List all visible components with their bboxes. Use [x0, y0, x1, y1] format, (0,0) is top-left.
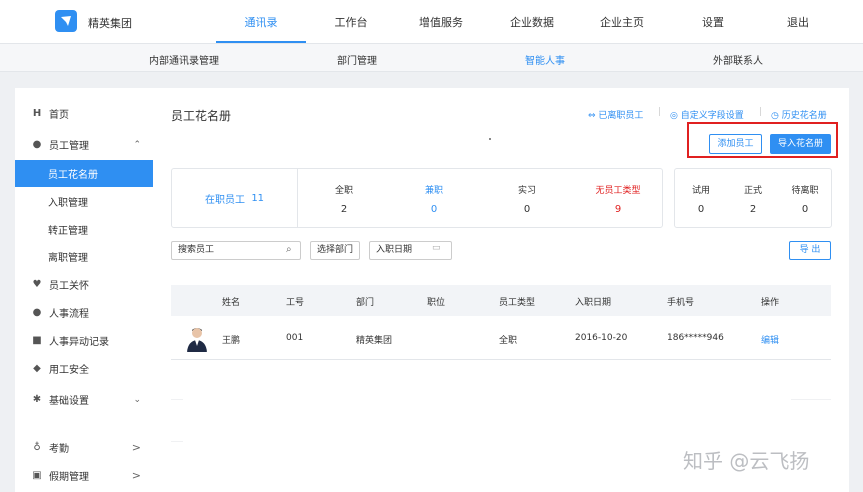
select-department-button[interactable]: 选择部门 — [310, 241, 360, 260]
brand-name: 精英集团 — [88, 17, 132, 30]
stat-full-time[interactable]: 全职 2 — [302, 169, 386, 227]
stat-intern[interactable]: 实习 0 — [485, 169, 569, 227]
cell-dept: 精英集团 — [356, 336, 393, 346]
active-nav-indicator — [216, 41, 306, 43]
sub-nav: 内部通讯录管理 部门管理 智能人事 外部联系人 — [0, 44, 863, 72]
divider — [171, 399, 183, 400]
main-panel: 员工花名册 ⇔ 已离职员工 | ◎ 自定义字段设置 | ◷ 历史花名册 添加员工… — [153, 88, 849, 492]
person-icon: ● — [32, 307, 42, 318]
nav-logout[interactable]: 退出 — [753, 14, 843, 30]
cell-type: 全职 — [499, 336, 518, 346]
users-icon: ● — [32, 139, 42, 150]
link-separator: | — [759, 107, 763, 117]
resigned-employees-link[interactable]: ⇔ 已离职员工 — [588, 108, 643, 121]
import-roster-button[interactable]: 导入花名册 — [770, 134, 831, 154]
column-header: 手机号 — [667, 298, 695, 308]
sidebar-item-leave-management[interactable]: ▣ 假期管理 > — [15, 462, 153, 489]
sidebar-item-basic-settings[interactable]: ✱ 基础设置 ⌄ — [15, 386, 153, 413]
top-nav: 精英集团 通讯录 工作台 增值服务 企业数据 企业主页 设置 退出 — [0, 0, 863, 44]
settings-circle-icon: ◎ — [670, 111, 678, 121]
sidebar-item-roster[interactable]: 员工花名册 — [15, 160, 153, 187]
location-icon: ♁ — [33, 442, 41, 453]
sidebar-item-onboarding[interactable]: 入职管理 — [15, 188, 153, 215]
watermark: 知乎 @云飞扬 — [683, 449, 810, 473]
column-header: 姓名 — [222, 298, 241, 308]
sidebar-item-regularization[interactable]: 转正管理 — [15, 216, 153, 243]
nav-settings[interactable]: 设置 — [668, 14, 758, 30]
nav-contacts[interactable]: 通讯录 — [216, 14, 306, 30]
sidebar-item-resignation[interactable]: 离职管理 — [15, 243, 153, 270]
stat-regular[interactable]: 正式 2 — [731, 169, 775, 227]
cell-hire-date: 2016-10-20 — [575, 333, 628, 343]
subnav-external-contacts[interactable]: 外部联系人 — [678, 52, 798, 67]
sidebar-item-hr-process[interactable]: ● 人事流程 — [15, 299, 153, 326]
column-header: 工号 — [286, 298, 305, 308]
stat-no-type[interactable]: 无员工类型 9 — [576, 169, 660, 227]
stat-part-time[interactable]: 兼职 0 — [392, 169, 476, 227]
column-header: 员工类型 — [499, 298, 536, 308]
add-employee-button[interactable]: 添加员工 — [709, 134, 762, 154]
sidebar: H 首页 ● 员工管理 ⌃ 员工花名册 入职管理 转正管理 离职管理 ♥ 员工关… — [15, 88, 153, 492]
sidebar-item-employment-safety[interactable]: ◆ 用工安全 — [15, 355, 153, 382]
link-icon: ⇔ — [588, 111, 596, 121]
column-header: 入职日期 — [575, 298, 612, 308]
avatar — [185, 324, 209, 352]
divider — [171, 441, 183, 442]
column-header: 职位 — [427, 298, 446, 308]
home-icon: H — [32, 108, 42, 119]
stat-probation[interactable]: 试用 0 — [679, 169, 723, 227]
heart-icon: ♥ — [32, 279, 42, 290]
calendar-icon: ▭ — [432, 243, 441, 253]
nav-value-services[interactable]: 增值服务 — [396, 14, 486, 30]
sidebar-item-change-records[interactable]: ■ 人事异动记录 — [15, 327, 153, 354]
sidebar-item-attendance[interactable]: ♁ 考勤 > — [15, 434, 153, 461]
column-header: 部门 — [356, 298, 375, 308]
chevron-down-icon: ⌄ — [133, 394, 141, 405]
search-input[interactable]: 搜索员工 — [171, 241, 301, 260]
chevron-right-icon: > — [131, 441, 141, 454]
cell-name: 王鹏 — [222, 336, 241, 346]
nav-enterprise-home[interactable]: 企业主页 — [577, 14, 667, 30]
chevron-up-icon: ⌃ — [133, 139, 141, 150]
status-stats-panel: 试用 0 正式 2 待离职 0 — [674, 168, 832, 228]
stats-panel: 在职员工 11 全职 2 兼职 0 实习 0 无员工类型 9 — [171, 168, 663, 228]
edit-link[interactable]: 编辑 — [761, 333, 779, 346]
sidebar-item-employee-care[interactable]: ♥ 员工关怀 — [15, 271, 153, 298]
divider — [791, 399, 831, 400]
gear-icon: ✱ — [32, 394, 42, 405]
subnav-internal-contacts[interactable]: 内部通讯录管理 — [124, 52, 244, 67]
subnav-dept-management[interactable]: 部门管理 — [297, 52, 417, 67]
sidebar-item-employee-management[interactable]: ● 员工管理 ⌃ — [15, 131, 153, 158]
history-icon: ◷ — [771, 111, 779, 121]
page-title: 员工花名册 — [171, 109, 232, 123]
stat-pending-leave[interactable]: 待离职 0 — [781, 169, 829, 227]
cell-phone: 186*****946 — [667, 333, 724, 343]
file-icon: ■ — [32, 335, 42, 346]
table-row[interactable]: 王鹏 001 精英集团 全职 2016-10-20 186*****946 编辑 — [171, 316, 831, 360]
link-separator: | — [658, 107, 662, 117]
active-employees-stat[interactable]: 在职员工 11 — [172, 169, 298, 227]
calendar-icon: ▣ — [32, 470, 42, 481]
history-roster-link[interactable]: ◷ 历史花名册 — [771, 108, 827, 121]
nav-workbench[interactable]: 工作台 — [306, 14, 396, 30]
subnav-smart-hr[interactable]: 智能人事 — [485, 52, 605, 67]
export-button[interactable]: 导 出 — [789, 241, 831, 260]
sidebar-item-home[interactable]: H 首页 — [15, 100, 153, 127]
search-icon[interactable]: ⌕ — [286, 244, 292, 255]
custom-fields-link[interactable]: ◎ 自定义字段设置 — [670, 108, 744, 121]
shield-icon: ◆ — [33, 363, 41, 374]
dot-mark — [489, 138, 491, 140]
nav-enterprise-data[interactable]: 企业数据 — [487, 14, 577, 30]
logo-icon — [55, 10, 77, 32]
chevron-right-icon: > — [131, 469, 141, 482]
cell-id: 001 — [286, 333, 304, 343]
column-header: 操作 — [761, 298, 780, 308]
table-header: 姓名 工号 部门 职位 员工类型 入职日期 手机号 操作 — [171, 285, 831, 316]
